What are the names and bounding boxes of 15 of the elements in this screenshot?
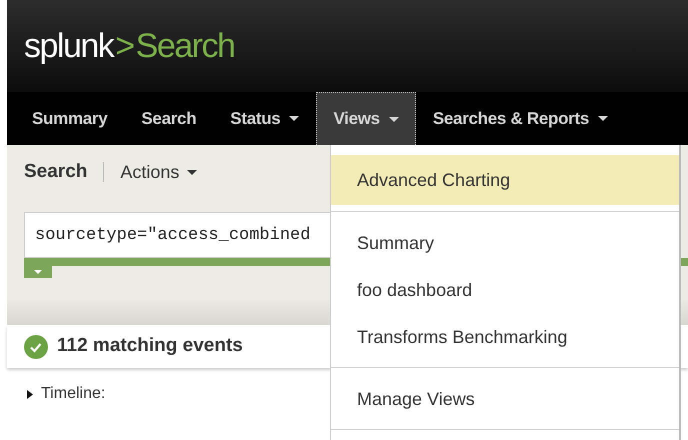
- menu-item[interactable]: Advanced Charting: [331, 155, 679, 205]
- nav-tab[interactable]: Searches & Reports: [416, 92, 626, 145]
- timeline-label: Timeline:: [41, 384, 106, 404]
- nav-tab[interactable]: Views: [316, 92, 416, 145]
- nav-tab[interactable]: Search: [124, 92, 214, 145]
- success-check-icon: [24, 334, 48, 358]
- results-count: 112 matching events: [57, 334, 243, 358]
- nav-tab[interactable]: Status: [213, 92, 316, 145]
- splunk-logo: splunk>Search: [24, 26, 234, 67]
- page-title: Search: [24, 160, 88, 184]
- nav-tab[interactable]: Summary: [15, 92, 124, 145]
- search-assistant-tab[interactable]: [24, 266, 52, 278]
- caret-icon: [187, 170, 198, 174]
- expand-toggle[interactable]: [27, 390, 33, 398]
- actions-menu[interactable]: Actions: [120, 158, 198, 186]
